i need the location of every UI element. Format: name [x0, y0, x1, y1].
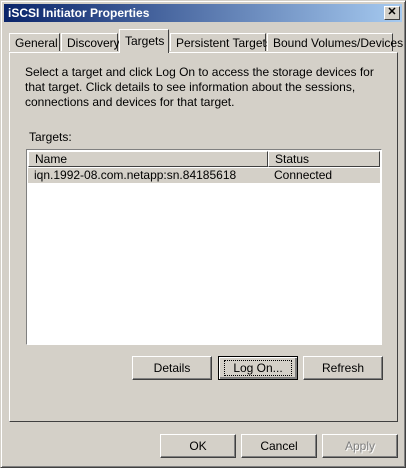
- targets-list[interactable]: Name Status iqn.1992-08.com.netapp:sn.84…: [26, 149, 382, 345]
- tab-bound-volumes-devices[interactable]: Bound Volumes/Devices: [267, 33, 403, 51]
- logon-button-label: Log On...: [224, 360, 292, 376]
- ok-button-label: OK: [189, 439, 207, 453]
- table-row[interactable]: iqn.1992-08.com.netapp:sn.84185618 Conne…: [28, 168, 380, 183]
- column-header-name[interactable]: Name: [28, 151, 268, 167]
- details-button[interactable]: Details: [132, 356, 212, 380]
- list-header: Name Status: [28, 151, 380, 167]
- cancel-button-label: Cancel: [260, 439, 298, 453]
- tab-discovery[interactable]: Discovery: [61, 33, 120, 51]
- details-button-label: Details: [153, 361, 191, 375]
- tab-persistent-targets[interactable]: Persistent Targets: [170, 33, 272, 51]
- dialog-window: iSCSI Initiator Properties ✕ General Dis…: [0, 0, 406, 468]
- close-icon: ✕: [387, 6, 397, 18]
- tab-strip: General Discovery Targets Persistent Tar…: [9, 29, 403, 53]
- logon-button[interactable]: Log On...: [218, 356, 298, 380]
- cancel-button[interactable]: Cancel: [241, 434, 317, 458]
- close-button[interactable]: ✕: [384, 6, 400, 20]
- ok-button[interactable]: OK: [160, 434, 236, 458]
- title-bar[interactable]: iSCSI Initiator Properties ✕: [4, 4, 402, 22]
- apply-button-label: Apply: [344, 439, 376, 453]
- tab-targets[interactable]: Targets: [119, 29, 169, 53]
- column-header-status[interactable]: Status: [268, 151, 380, 167]
- target-status-cell: Connected: [274, 168, 333, 182]
- refresh-button[interactable]: Refresh: [303, 356, 383, 380]
- tab-general[interactable]: General: [9, 33, 60, 51]
- targets-label: Targets:: [29, 130, 72, 144]
- description-text: Select a target and click Log On to acce…: [25, 65, 374, 109]
- window-title: iSCSI Initiator Properties: [8, 6, 150, 20]
- refresh-button-label: Refresh: [321, 361, 365, 375]
- targets-panel: Select a target and click Log On to acce…: [9, 52, 398, 422]
- apply-button[interactable]: Apply: [322, 434, 398, 458]
- target-name-cell: iqn.1992-08.com.netapp:sn.84185618: [34, 168, 237, 182]
